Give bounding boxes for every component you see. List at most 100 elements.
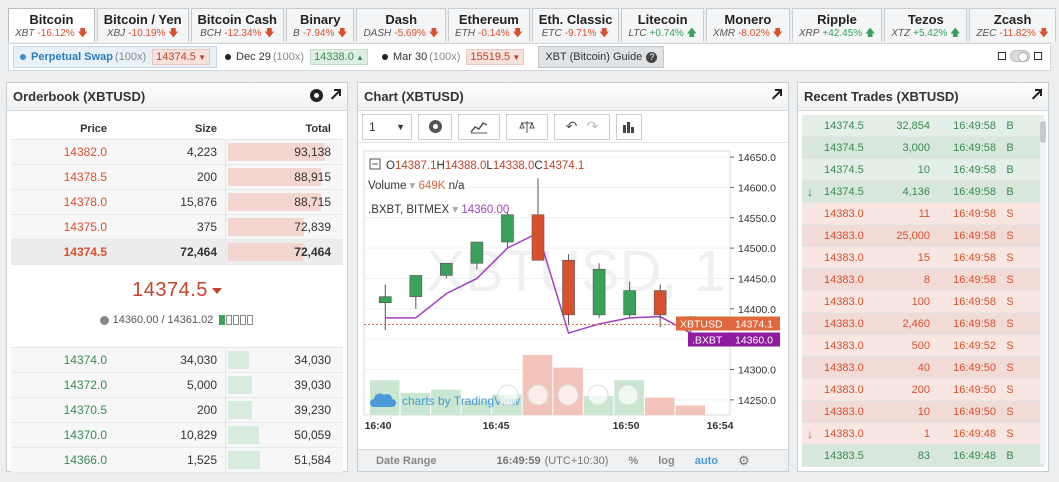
redo-icon[interactable]: ↷ xyxy=(587,118,599,135)
gear-icon[interactable] xyxy=(310,89,323,102)
tab-xbt[interactable]: Bitcoin XBT -16.12% 🡇 xyxy=(8,8,95,42)
row-total: 39,230 xyxy=(225,398,335,422)
trades-scrollbar[interactable] xyxy=(1040,119,1046,464)
trade-price: 14383.0 xyxy=(824,229,864,242)
tab-name: Binary xyxy=(299,12,341,27)
trade-price: 14383.0 xyxy=(824,207,864,220)
scroll-right-icon[interactable] xyxy=(617,384,639,406)
tab-b[interactable]: Binary B -7.94% 🡇 xyxy=(286,8,355,42)
trade-time: 16:49:48 xyxy=(953,427,996,440)
price-chart[interactable]: XBTUSD, 114650.014600.014550.014500.0144… xyxy=(358,143,788,447)
tab-xbj[interactable]: Bitcoin / Yen XBJ -10.19% 🡇 xyxy=(96,8,189,42)
zoom-out-icon[interactable] xyxy=(527,384,549,406)
volume-label: Volume xyxy=(368,180,406,192)
col-size: Size xyxy=(194,123,217,135)
orderbook-panel: Orderbook (XBTUSD) Price Size Total 1438… xyxy=(6,82,348,473)
indicators-button[interactable] xyxy=(458,113,500,140)
expand-icon[interactable] xyxy=(1030,89,1042,101)
tab-sub: ZEC -11.82% 🡇 xyxy=(976,28,1049,40)
interval-select[interactable]: 1 ▼ xyxy=(362,113,412,140)
chart-footer-gear-icon[interactable]: ⚙ xyxy=(728,453,760,469)
row-total-value: 88,715 xyxy=(294,195,331,209)
tab-ltc[interactable]: Litecoin LTC +0.74% 🡅 xyxy=(621,8,704,42)
tab-bch[interactable]: Bitcoin Cash BCH -12.34% 🡇 xyxy=(190,8,285,42)
col-total: Total xyxy=(305,123,331,135)
tab-change: +0.74% xyxy=(649,28,684,39)
bitmex-trading-page: Bitcoin XBT -16.12% 🡇 Bitcoin / Yen XBJ -10.1… xyxy=(0,0,1059,482)
trade-row: 14383.0 100 16:49:58 S xyxy=(802,291,1044,313)
tab-symbol: XTZ xyxy=(891,28,911,39)
orderbook-row[interactable]: 14378.0 15,876 88,715 xyxy=(11,190,343,215)
orderbook-header: Orderbook (XBTUSD) xyxy=(7,83,347,111)
zoom-in-icon[interactable] xyxy=(587,384,609,406)
undo-icon[interactable]: ↶ xyxy=(566,118,578,135)
depth-bar xyxy=(228,243,303,261)
arrow-up-icon: 🡅 xyxy=(947,28,961,39)
tab-symbol: XBJ xyxy=(106,28,126,39)
orderbook-row[interactable]: 14382.0 4,223 93,138 xyxy=(11,140,343,165)
tab-eth[interactable]: Ethereum ETH -0.14% 🡇 xyxy=(447,8,530,42)
y-tick-label: 14400.0 xyxy=(738,304,776,316)
chart-header: Chart (XBTUSD) xyxy=(358,83,788,111)
candle-body xyxy=(501,214,514,243)
tab-xrp[interactable]: Ripple XRP +42.45% 🡅 xyxy=(791,8,883,42)
trade-size: 25,000 xyxy=(896,229,930,242)
trade-price: 14383.0 xyxy=(824,427,864,440)
arrow-up-icon: 🡅 xyxy=(683,28,697,39)
chart-type-button[interactable] xyxy=(616,113,642,140)
theme-toggle[interactable] xyxy=(1010,50,1030,62)
contract-1[interactable]: Dec 29 (100x) 14338.0 ▲ xyxy=(219,46,374,68)
tab-name: Bitcoin xyxy=(29,12,74,27)
candle-body xyxy=(378,296,392,304)
tab-symbol: ETH xyxy=(454,28,475,39)
orderbook-row[interactable]: 14366.0 1,525 51,584 xyxy=(11,448,343,473)
tab-sub: XTZ +5.42% 🡅 xyxy=(891,28,960,40)
log-button[interactable]: log xyxy=(648,455,685,467)
depth-bar xyxy=(228,351,249,369)
compare-button[interactable] xyxy=(506,113,548,140)
row-price: 14366.0 xyxy=(63,453,107,467)
orderbook-row[interactable]: 14372.0 5,000 39,030 xyxy=(11,373,343,398)
expand-icon[interactable] xyxy=(770,89,782,101)
tab-etc[interactable]: Eth. Classic ETC -9.71% 🡇 xyxy=(531,8,620,42)
orderbook-row[interactable]: 14374.0 34,030 34,030 xyxy=(11,348,343,373)
trade-side: B xyxy=(1006,185,1014,198)
expand-icon[interactable] xyxy=(329,89,341,101)
orderbook-row[interactable]: 14375.0 375 72,839 xyxy=(11,215,343,240)
orderbook-row[interactable]: 14378.5 200 88,915 xyxy=(11,165,343,190)
candle-body xyxy=(562,259,575,316)
date-range-button[interactable]: Date Range xyxy=(358,455,447,467)
row-price: 14370.5 xyxy=(63,403,107,417)
contract-2[interactable]: Mar 30 (100x) 15519.5 ▼ xyxy=(376,46,530,68)
reset-icon[interactable] xyxy=(557,384,579,406)
arrow-up-icon: ▲ xyxy=(353,53,364,62)
percent-button[interactable]: % xyxy=(618,455,648,467)
light-square-icon xyxy=(998,52,1006,60)
chart-settings-button[interactable] xyxy=(418,113,452,140)
orderbook-row[interactable]: 14370.5 200 39,230 xyxy=(11,398,343,423)
trade-row: 14383.0 10 16:49:50 S xyxy=(802,401,1044,423)
timezone[interactable]: (UTC+10:30) xyxy=(543,455,619,467)
trade-side: S xyxy=(1006,339,1014,352)
bid-rows: 14374.0 34,030 34,030 14372.0 5,000 39,030 143… xyxy=(11,347,343,473)
ohlc-c: 14374.1 xyxy=(543,160,585,172)
scroll-left-icon[interactable] xyxy=(497,384,519,406)
trade-time: 16:49:58 xyxy=(953,207,996,220)
tab-change: -7.94% xyxy=(302,28,335,39)
trade-price: 14383.0 xyxy=(824,339,864,352)
contract-multiplier: (100x) xyxy=(272,51,305,63)
orderbook-row[interactable]: 14370.0 10,829 50,059 xyxy=(11,423,343,448)
trade-row: 14374.5 3,000 16:49:58 B xyxy=(802,137,1044,159)
trade-size: 1 xyxy=(923,427,930,440)
row-size: 200 xyxy=(196,403,217,417)
orderbook-row[interactable]: 14374.5 72,464 72,464 xyxy=(11,240,343,265)
tab-xmr[interactable]: Monero XMR -8.02% 🡇 xyxy=(705,8,790,42)
tab-xtz[interactable]: Tezos XTZ +5.42% 🡅 xyxy=(884,8,968,42)
tab-zec[interactable]: Zcash ZEC -11.82% 🡇 xyxy=(969,8,1056,42)
contract-0[interactable]: Perpetual Swap (100x) 14374.5 ▼ xyxy=(13,46,218,68)
tab-dash[interactable]: Dash DASH -5.69% 🡇 xyxy=(356,8,446,42)
guide-button[interactable]: XBT (Bitcoin) Guide ? xyxy=(538,46,665,68)
candle-body xyxy=(409,275,423,297)
auto-button[interactable]: auto xyxy=(685,455,728,467)
trade-price: 14383.5 xyxy=(824,449,864,462)
